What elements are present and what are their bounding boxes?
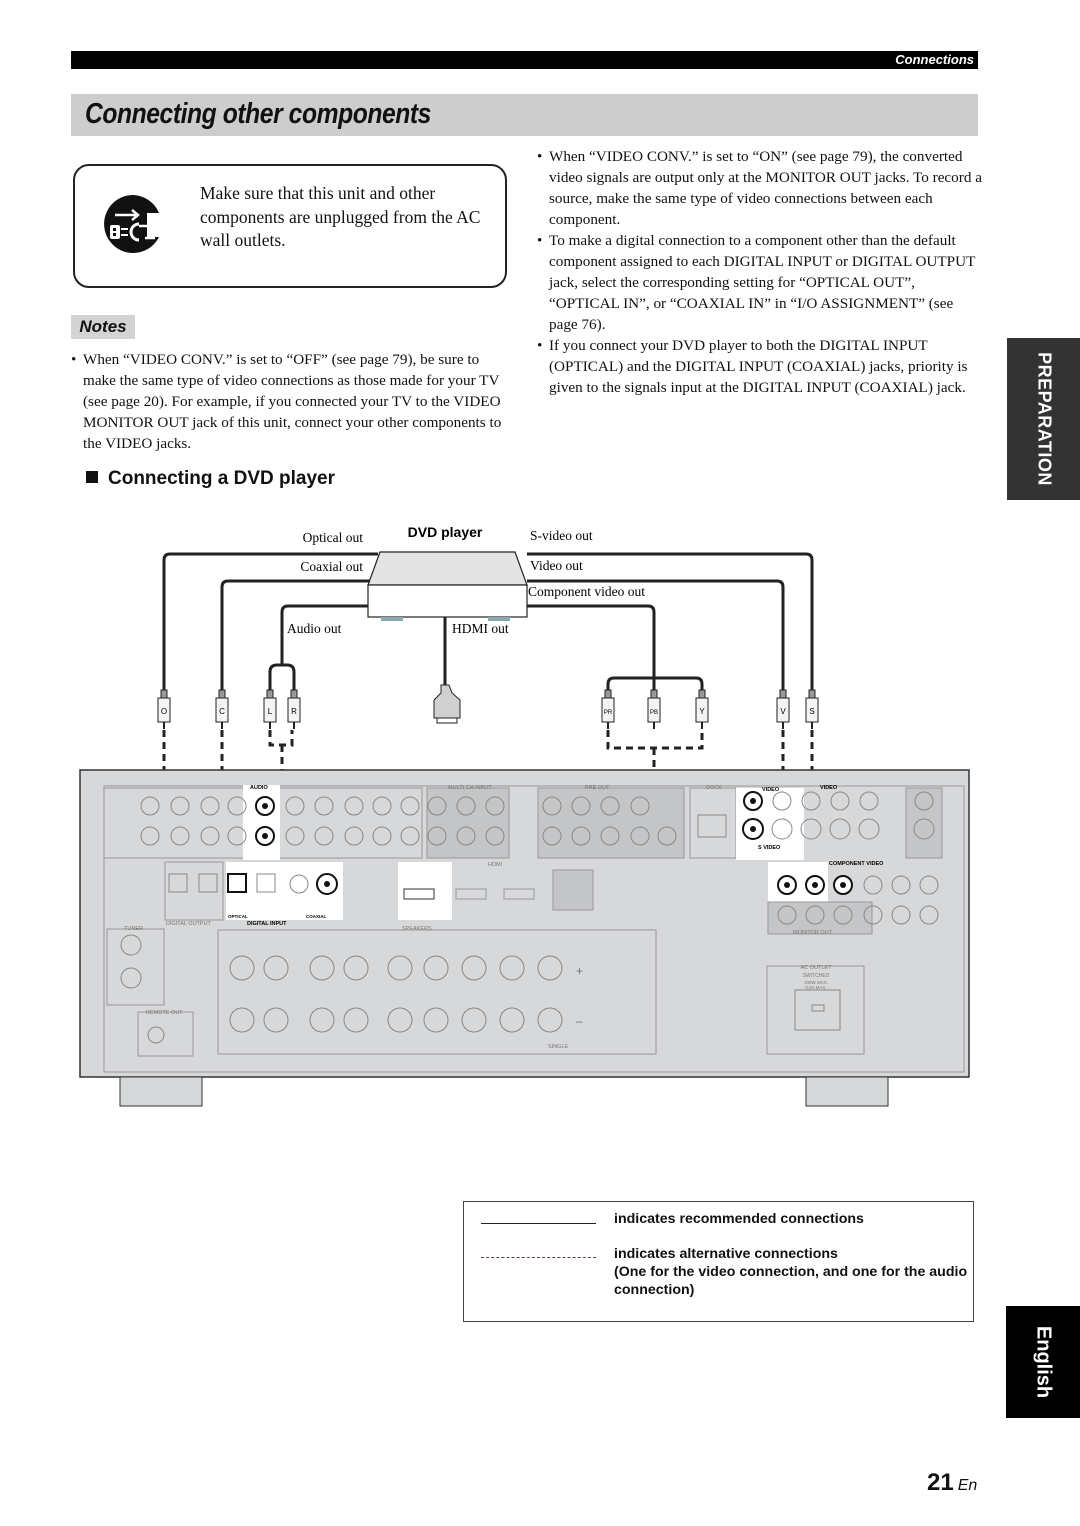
dashed-line-sample [481,1257,596,1258]
legend-box: indicates recommended connections indica… [463,1201,974,1322]
unplug-icon [104,194,159,253]
jack-center [784,882,790,888]
notes-right-list: When “VIDEO CONV.” is set to “ON” (see p… [537,146,982,398]
digital-output-label: DIGITAL OUTPUT [166,921,212,927]
language-tab-label: English [1032,1325,1055,1399]
video-section-label: VIDEO [820,785,838,791]
pre-out-label: PRE OUT [585,785,610,791]
solid-line-sample [481,1223,596,1224]
plug-label: PR [604,710,613,716]
section-tab-label: Connections [895,52,974,67]
plug-y: Y [695,689,709,729]
optical-label: OPTICAL [228,914,248,919]
digital-input-label: DIGITAL INPUT [247,921,287,927]
title-bar: Connecting other components [71,94,978,136]
legend-alternative: indicates alternative connections (One f… [614,1245,969,1299]
plug-label: C [219,707,225,716]
language-tab: English [1006,1306,1080,1418]
multi-ch-label: MULTI CH INPUT [448,785,492,791]
minus-label: – [576,1014,583,1028]
note-item: When “VIDEO CONV.” is set to “OFF” (see … [71,349,511,454]
jack-center [324,881,330,887]
dock-label: DOCK [706,785,722,791]
hdmi-out-label: HDMI out [452,621,509,636]
component-video-label: COMPONENT VIDEO [829,861,884,867]
page-number: 21 En [927,1469,977,1497]
component-out-label: Component video out [528,584,645,599]
plug-pr: PR [601,689,615,729]
legend-recommended: indicates recommended connections [614,1211,864,1227]
legend-alternative-note: (One for the video connection, and one f… [614,1264,968,1298]
page-number-value: 21 [927,1469,954,1496]
header-bar: Connections [71,51,978,69]
warning-text: Make sure that this unit and other compo… [200,183,481,250]
square-bullet-icon [86,471,98,483]
plug-v: V [776,689,790,729]
plug-label: V [780,707,786,716]
video-out-label: Video out [530,558,583,573]
svideo-out-label: S-video out [530,528,593,543]
switched-label: SWITCHED [803,973,830,979]
subsection-heading: Connecting a DVD player [86,468,335,490]
plugs: O C L R PR PB Y V S [157,689,819,729]
jack-center [812,882,818,888]
chapter-tab-label: PREPARATION [1034,352,1054,486]
svideo-label: S VIDEO [758,845,781,851]
plug-pb: PB [647,689,661,729]
plug-s: S [805,689,819,729]
hdmi-plug [433,684,461,724]
plug-c: C [215,689,229,729]
warning-box: Make sure that this unit and other compo… [73,164,507,288]
plug-label: R [291,707,297,716]
jack-center [262,833,268,839]
hdmi-section-label: HDMI [488,862,503,868]
svideo-cable [527,552,814,690]
note-item: To make a digital connection to a compon… [537,230,982,335]
coaxial-label: COAXIAL [306,914,327,919]
coaxial-out-label: Coaxial out [300,559,363,574]
note-item: When “VIDEO CONV.” is set to “ON” (see p… [537,146,982,230]
subsection-title: Connecting a DVD player [108,468,335,489]
video-label: VIDEO [762,787,780,793]
legend-alternative-text: indicates alternative connections [614,1246,838,1262]
plug-l: L [263,689,277,729]
plug-o: O [157,689,171,729]
audio-out-label: Audio out [287,621,342,636]
plug-label: PB [650,710,658,716]
ac-outlet-label: AC OUTLET [801,965,833,971]
connection-diagram: DVD player Optical out Coaxial out Audio… [79,524,970,1107]
plug-r: R [287,689,301,729]
page-lang-suffix: En [957,1477,978,1494]
jack-center [262,803,268,809]
plus-label: + [576,964,583,978]
monitor-out-label: MONITOR OUT [793,930,833,936]
ac-rating-2: 0.8A MAX. [805,985,826,990]
tuner-label: TUNER [124,926,143,932]
note-item: If you connect your DVD player to both t… [537,335,982,398]
plug-label: Y [699,707,705,716]
speakers-label: SPEAKERS [402,926,432,932]
plug-label: O [161,707,167,716]
jack-center [840,882,846,888]
plug-label: S [809,707,814,716]
dvd-player [367,551,528,621]
chapter-tab: PREPARATION [1007,338,1080,500]
plug-label: L [268,707,273,716]
page-title: Connecting other components [85,98,431,130]
dvd-player-label: DVD player [408,524,483,540]
remote-out-label: REMOTE OUT [146,1010,183,1016]
notes-label: Notes [71,315,135,339]
notes-left-list: When “VIDEO CONV.” is set to “OFF” (see … [71,349,511,454]
single-label: SINGLE [548,1044,569,1050]
jack-center [750,826,756,832]
audio-section-label: AUDIO [250,785,268,791]
optical-jack [227,873,247,893]
jack-center [750,798,756,804]
optical-out-label: Optical out [303,530,364,545]
